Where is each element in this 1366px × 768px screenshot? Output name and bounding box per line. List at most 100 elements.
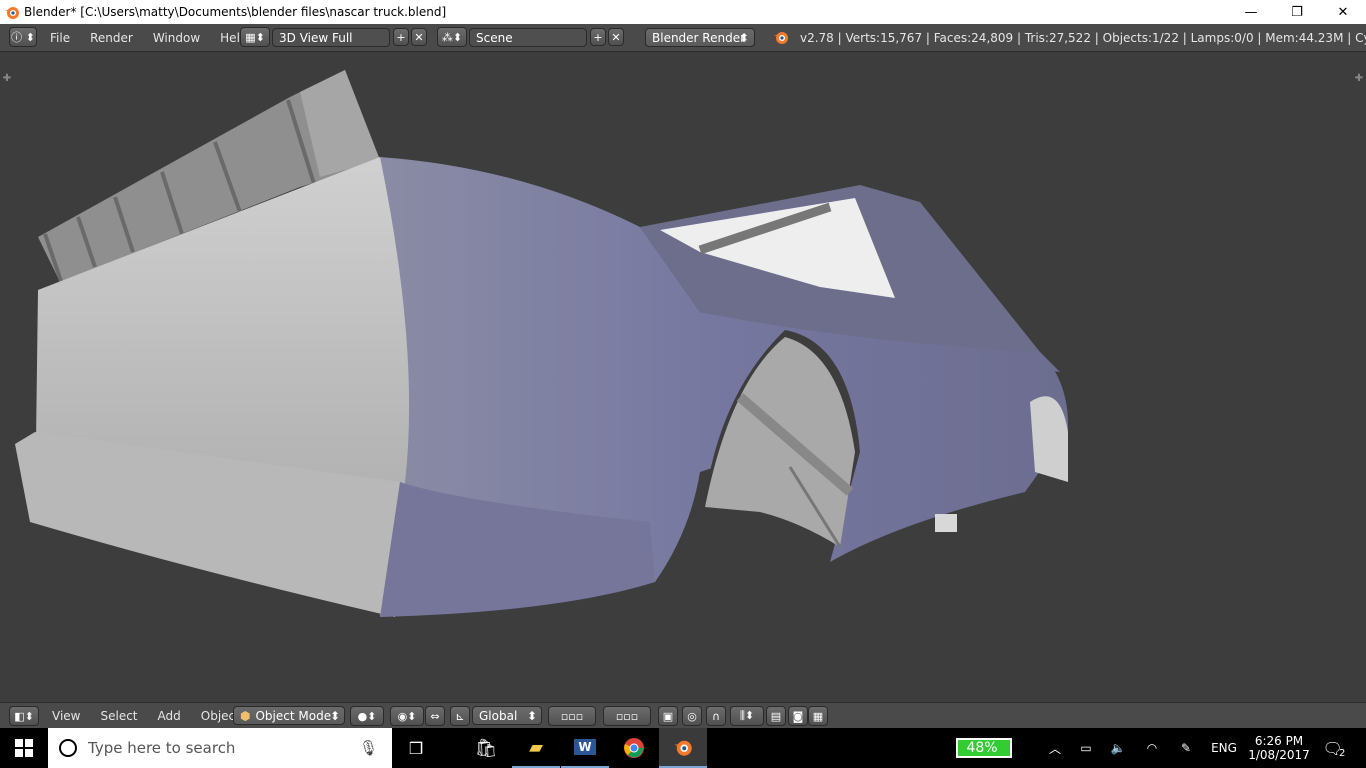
axis-icon: ⊾: [455, 709, 465, 723]
object-mode-icon: ⬢: [240, 708, 251, 723]
lock-icon: ▣: [662, 709, 674, 723]
scene-selector[interactable]: ⁂⬍: [437, 27, 467, 47]
minimize-button[interactable]: —: [1228, 0, 1274, 24]
action-center-button[interactable]: 🗨 2: [1316, 728, 1352, 768]
store-icon: 🛍: [474, 737, 498, 759]
scene-field[interactable]: Scene: [469, 28, 587, 47]
battery-icon: ▭: [1080, 741, 1092, 755]
menu-window[interactable]: Window: [143, 31, 210, 45]
language-indicator[interactable]: ENG: [1205, 728, 1243, 768]
3d-viewport[interactable]: ✚ ✚: [0, 52, 1366, 702]
scene-statistics: v2.78 | Verts:15,767 | Faces:24,809 | Tr…: [800, 30, 1366, 45]
add-scene-button[interactable]: +: [590, 28, 606, 46]
taskbar-search-box[interactable]: Type here to search 🎙: [48, 728, 392, 768]
clapper-icon: ▦: [812, 709, 824, 723]
screen-layout-field[interactable]: 3D View Full: [272, 28, 390, 47]
editor-type-3dview-button[interactable]: ◧⬍: [9, 706, 39, 726]
manipulator-toggle[interactable]: ⇔: [425, 706, 445, 726]
scene-name: Scene: [476, 30, 513, 45]
task-view-icon: ❒: [408, 738, 424, 758]
taskbar-store-app[interactable]: 🛍: [462, 728, 510, 768]
chevron-up-icon: ︿: [1048, 741, 1061, 756]
grid-icon: ▦⬍: [245, 30, 265, 44]
pen-tray-icon[interactable]: ✎: [1175, 728, 1197, 768]
blender-logo-icon: [674, 740, 692, 756]
opengl-render-button[interactable]: ▤: [766, 706, 786, 726]
add-screen-button[interactable]: +: [393, 28, 409, 46]
menu-render[interactable]: Render: [80, 31, 143, 45]
battery-indicator[interactable]: 48%: [955, 728, 1013, 768]
scene-icon: ⁂⬍: [441, 30, 463, 44]
layers-icon: ▫▫▫: [615, 709, 639, 723]
clock[interactable]: 6:26 PM 1/08/2017: [1248, 728, 1310, 768]
taskbar-chrome-app[interactable]: [610, 728, 658, 768]
orientation-name: Global: [479, 708, 518, 723]
snap-element-button[interactable]: ⫼⬍: [730, 706, 764, 726]
magnet-icon: ∩: [711, 709, 721, 723]
lock-camera-button[interactable]: ▣: [658, 706, 678, 726]
taskbar-file-explorer-app[interactable]: ▰: [512, 728, 560, 768]
chrome-icon: [624, 738, 644, 758]
blender-logo-icon: [774, 32, 788, 44]
start-button[interactable]: [0, 728, 48, 768]
render-engine-name: Blender Render: [652, 30, 746, 45]
pivot-point-button[interactable]: ◉⬍: [390, 706, 424, 726]
blender-logo-icon: [5, 7, 19, 19]
mode-name: Object Mode: [255, 708, 332, 723]
windows-taskbar: Type here to search 🎙 ❒ 🛍 ▰ W 48% ︿ ▭ 🔈 …: [0, 728, 1366, 768]
delete-scene-button[interactable]: ✕: [608, 28, 624, 46]
window-title: Blender* [C:\Users\matty\Documents\blend…: [24, 5, 447, 19]
power-tray-icon[interactable]: ▭: [1075, 728, 1097, 768]
volume-tray-icon[interactable]: 🔈: [1107, 728, 1129, 768]
layer-buttons-a[interactable]: ▫▫▫: [548, 706, 596, 726]
menu-add[interactable]: Add: [148, 709, 191, 723]
window-titlebar: Blender* [C:\Users\matty\Documents\blend…: [0, 0, 1366, 24]
screen-layout-selector[interactable]: ▦⬍: [240, 27, 270, 47]
restore-button[interactable]: ❐: [1274, 0, 1320, 24]
taskbar-word-app[interactable]: W: [561, 728, 609, 768]
notification-count: 2: [1338, 747, 1346, 759]
cortana-circle-icon: [59, 739, 77, 757]
search-placeholder: Type here to search: [88, 739, 236, 757]
editor-type-info-button[interactable]: ⓘ ⬍: [9, 27, 37, 47]
taskbar-blender-app[interactable]: [659, 728, 707, 768]
render-animation-button[interactable]: ▦: [808, 706, 828, 726]
3d-view-header: ◧⬍ View Select Add Object ⬢ Object Mode …: [0, 702, 1366, 729]
render-engine-dropdown[interactable]: Blender Render ⬍: [645, 28, 755, 47]
layer-buttons-b[interactable]: ▫▫▫: [603, 706, 651, 726]
viewport-shading-button[interactable]: ●⬍: [350, 706, 384, 726]
transform-manipulator-button[interactable]: ⊾: [450, 706, 470, 726]
screen-layout-name: 3D View Full: [279, 30, 353, 45]
updown-arrow-icon: ⬍: [526, 708, 537, 723]
task-view-button[interactable]: ❒: [392, 728, 440, 768]
close-icon: ✕: [414, 30, 424, 44]
speaker-icon: 🔈: [1110, 741, 1126, 755]
cube-icon: ◧⬍: [14, 709, 34, 723]
close-icon: ✕: [611, 30, 621, 44]
layers-icon: ▫▫▫: [560, 709, 584, 723]
word-icon: W: [574, 739, 596, 755]
plus-icon: +: [593, 30, 603, 44]
clock-time: 6:26 PM: [1254, 734, 1304, 748]
delete-screen-button[interactable]: ✕: [411, 28, 427, 46]
render-still-button[interactable]: ◙: [788, 706, 808, 726]
truck-mesh-render[interactable]: [0, 52, 1366, 702]
snap-toggle-button[interactable]: ∩: [706, 706, 726, 726]
menu-select[interactable]: Select: [90, 709, 147, 723]
orientation-dropdown[interactable]: Global ⬍: [472, 706, 542, 725]
mode-dropdown[interactable]: ⬢ Object Mode ⬍: [233, 706, 345, 725]
solid-shading-icon: ●⬍: [357, 709, 377, 723]
proportional-edit-button[interactable]: ◎: [682, 706, 702, 726]
network-tray-icon[interactable]: ◠: [1141, 728, 1163, 768]
menu-file[interactable]: File: [40, 31, 80, 45]
pen-icon: ✎: [1180, 741, 1192, 755]
close-button[interactable]: ✕: [1320, 0, 1366, 24]
updown-arrow-icon: ⬍: [738, 30, 749, 45]
menu-view[interactable]: View: [42, 709, 90, 723]
snap-icon: ⫼⬍: [739, 709, 755, 722]
folder-icon: ▰: [529, 736, 543, 758]
updown-arrow-icon: ⬍: [329, 708, 340, 723]
battery-percent: 48%: [956, 738, 1012, 758]
show-hidden-icons-button[interactable]: ︿: [1044, 728, 1066, 768]
microphone-icon[interactable]: 🎙: [359, 739, 378, 757]
